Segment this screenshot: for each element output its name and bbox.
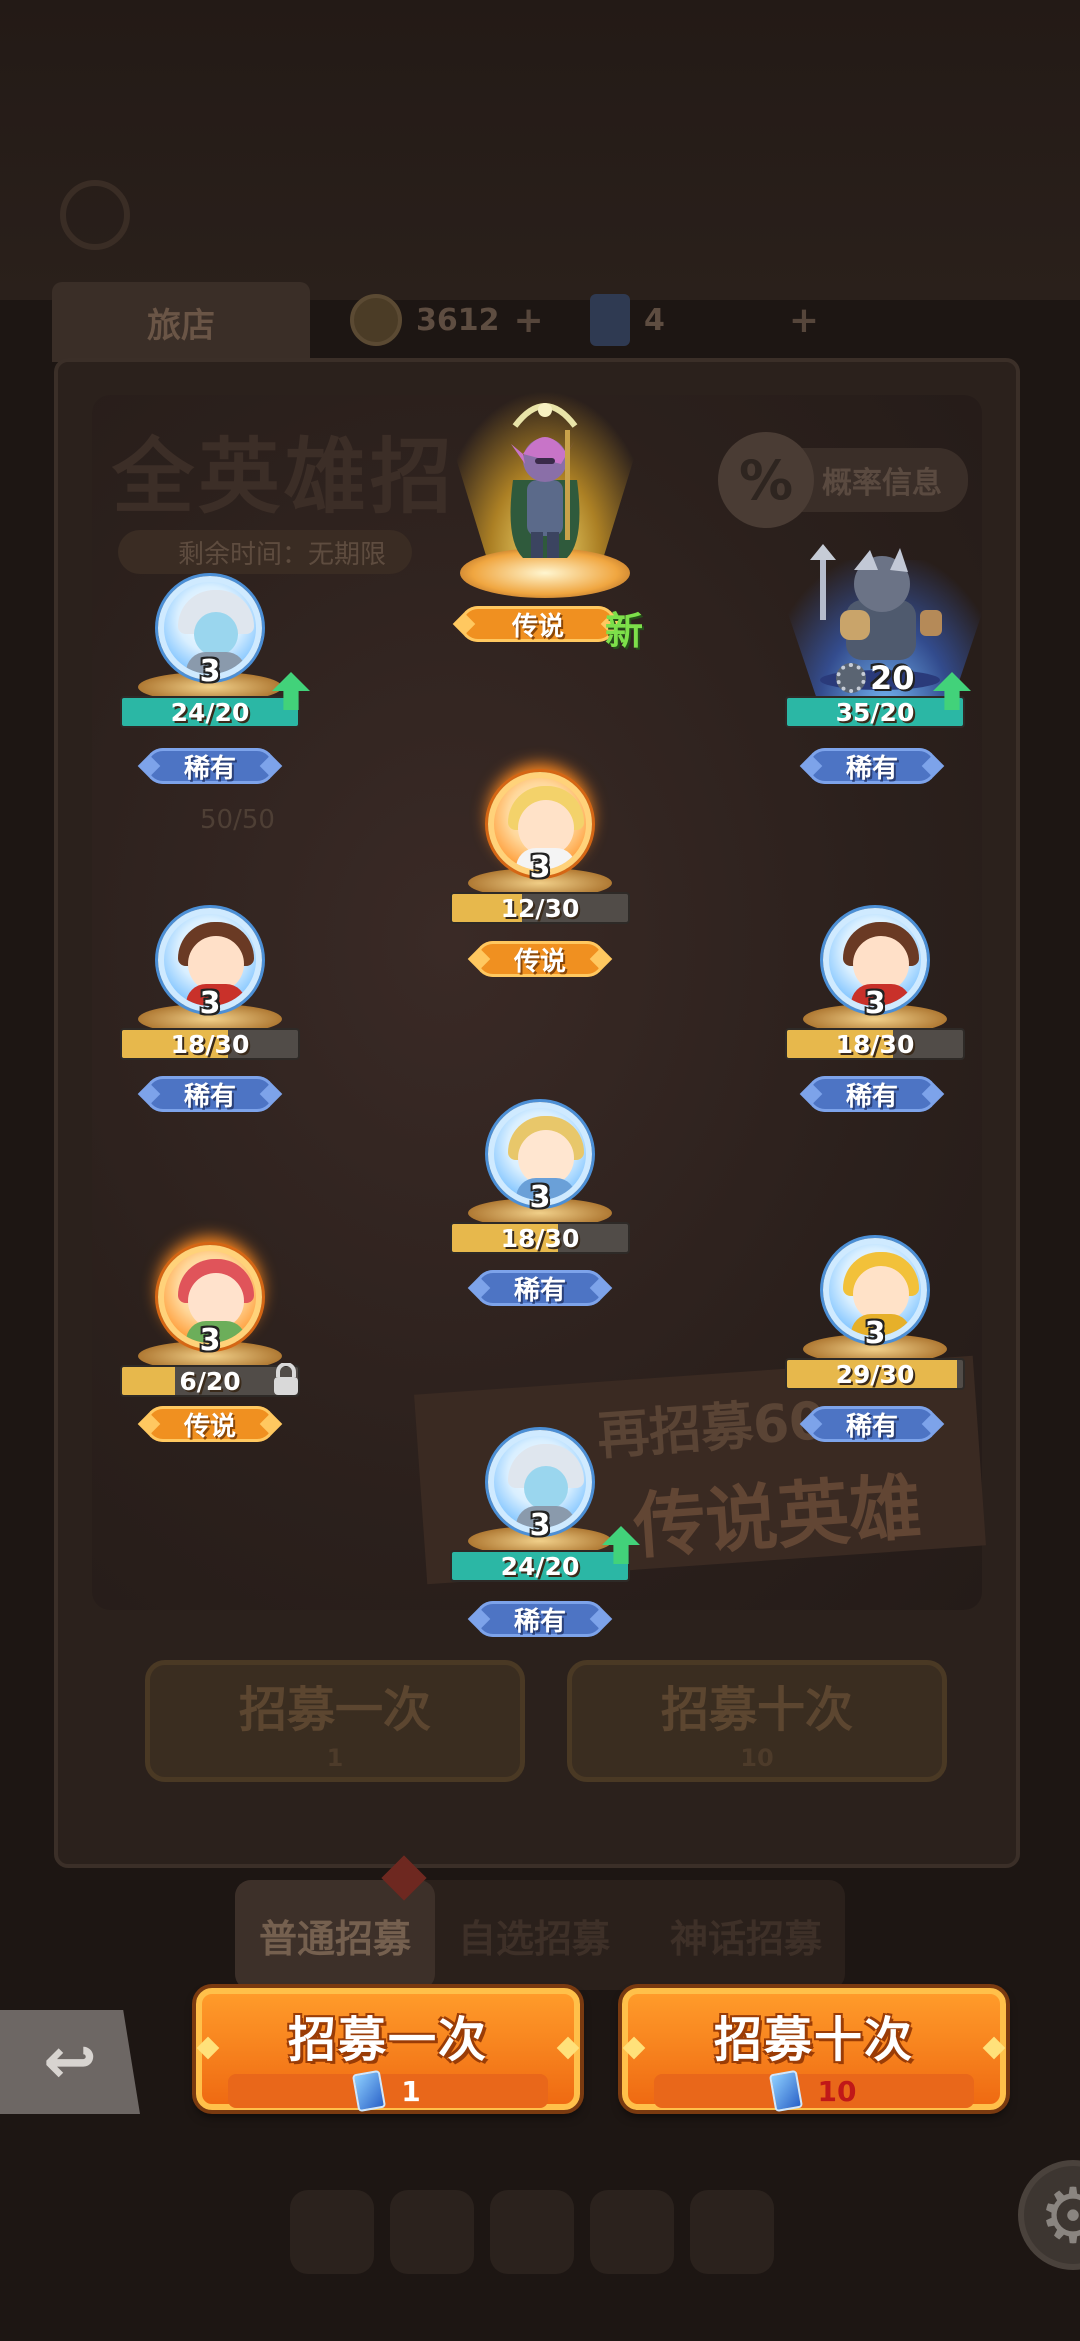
button-ornament xyxy=(982,2036,1006,2060)
fragment-bar: 24/20 xyxy=(120,696,300,728)
rarity-badge: 稀有 xyxy=(467,1270,613,1306)
fragment-count: 35/20 xyxy=(835,697,915,727)
featured-rarity-label: 传说 xyxy=(511,611,564,642)
nav-icon xyxy=(290,2190,374,2274)
hero-level: 3 xyxy=(529,1180,551,1215)
bg-recruit-ten-cost: 10 xyxy=(740,1744,774,1772)
featured-rarity-badge: 传说 xyxy=(452,606,624,642)
rarity-label: 稀有 xyxy=(183,753,236,784)
bottom-nav xyxy=(40,2150,1040,2300)
fragment-count: 24/20 xyxy=(500,1551,580,1581)
button-ornament xyxy=(556,2036,580,2060)
add-ticket-icon: + xyxy=(788,299,820,341)
ticket-icon xyxy=(768,2069,803,2113)
fragment-bar: 35/20 xyxy=(785,696,965,728)
banner-title: 全英雄招 xyxy=(112,430,457,525)
fragment-bar: 12/30 xyxy=(450,892,630,924)
ticket-icon xyxy=(590,294,630,346)
ticket-icon xyxy=(352,2069,387,2113)
nav-icon xyxy=(390,2190,474,2274)
rarity-label: 稀有 xyxy=(845,753,898,784)
recruit-ten-cost-value: 10 xyxy=(817,2074,857,2108)
bg-recruit-once-label: 招募一次 xyxy=(238,1682,431,1738)
hero-face xyxy=(524,1466,568,1510)
gold-counter: 3612 + xyxy=(350,292,544,348)
lock-icon xyxy=(274,1363,298,1395)
rarity-badge: 传说 xyxy=(467,941,613,977)
button-ornament xyxy=(196,2036,220,2060)
nav-icon xyxy=(690,2190,774,2274)
gold-coin-icon xyxy=(350,294,402,346)
rarity-label: 稀有 xyxy=(513,1606,566,1637)
nav-icon xyxy=(590,2190,674,2274)
rarity-badge: 稀有 xyxy=(137,1076,283,1112)
nav-icon xyxy=(490,2190,574,2274)
hero-face xyxy=(194,612,238,656)
new-badge: 新 xyxy=(605,609,644,653)
hero-level: 3 xyxy=(864,1316,886,1351)
recruit-once-cost-value: 1 xyxy=(401,2074,421,2108)
rarity-badge: 稀有 xyxy=(799,1076,945,1112)
hero-card[interactable]: 35/20 xyxy=(785,576,971,736)
fragment-bar: 24/20 xyxy=(450,1550,630,1582)
fragment-count: 18/30 xyxy=(835,1029,915,1059)
rarity-label: 稀有 xyxy=(845,1411,898,1442)
rarity-label: 稀有 xyxy=(513,1275,566,1306)
fragment-count: 29/30 xyxy=(835,1359,915,1389)
recruit-once-label: 招募一次 xyxy=(287,2012,488,2068)
hero-card[interactable]: 3 24/20 xyxy=(120,576,310,776)
fragment-bar: 18/30 xyxy=(450,1222,630,1254)
hero-level: 3 xyxy=(529,1508,551,1543)
recruit-ten-label: 招募十次 xyxy=(713,2012,914,2068)
bg-recruit-ten-label: 招募十次 xyxy=(660,1682,853,1738)
ticket-counter: 4 + xyxy=(590,292,819,348)
hero-level: 3 xyxy=(199,986,221,1021)
hero-level: 3 xyxy=(199,1323,221,1358)
fragment-bar: 18/30 xyxy=(785,1028,965,1060)
bg-recruit-ten: 招募十次 10 xyxy=(567,1660,947,1782)
hero-level: 3 xyxy=(199,654,221,689)
fragment-count: 18/30 xyxy=(170,1029,250,1059)
fragment-count: 24/20 xyxy=(170,697,250,727)
fragment-bar: 18/30 xyxy=(120,1028,300,1060)
rarity-badge: 稀有 xyxy=(799,748,945,784)
rarity-label: 稀有 xyxy=(845,1081,898,1112)
rarity-label: 传说 xyxy=(183,1411,236,1442)
recruit-once-cost: 1 xyxy=(228,2069,548,2113)
promo-line-2: 传说英雄 xyxy=(630,1464,925,1569)
bg-recruit-once-cost: 1 xyxy=(326,1744,344,1772)
recruit-ten-cost: 10 xyxy=(654,2069,974,2113)
tab-choice-recruit: 自选招募 xyxy=(458,1916,611,1961)
featured-hero[interactable] xyxy=(505,420,585,560)
button-ornament xyxy=(622,2036,646,2060)
ticket-value: 4 xyxy=(644,302,665,338)
fragment-count: 12/30 xyxy=(500,893,580,923)
fragment-bar: 29/30 xyxy=(785,1358,965,1390)
rarity-badge: 传说 xyxy=(137,1406,283,1442)
rarity-label: 稀有 xyxy=(183,1081,236,1112)
gold-value: 3612 xyxy=(416,302,500,338)
banner-timer: 剩余时间：无期限 xyxy=(118,530,413,574)
hero-level: 3 xyxy=(864,986,886,1021)
rarity-badge: 稀有 xyxy=(467,1601,613,1637)
shop-tab: 旅店 xyxy=(52,282,310,362)
rarity-badge: 稀有 xyxy=(799,1406,945,1442)
recruit-ten-button[interactable]: 招募十次 10 xyxy=(622,1988,1006,2113)
recruit-once-button[interactable]: 招募一次 1 xyxy=(196,1988,580,2113)
back-button[interactable]: ↩ xyxy=(0,2010,140,2114)
rarity-label: 传说 xyxy=(513,946,566,977)
rarity-badge: 稀有 xyxy=(137,748,283,784)
tab-event-recruit: 神话招募 xyxy=(670,1916,823,1961)
back-arrow-icon: ↩ xyxy=(43,2025,97,2099)
add-gold-icon: + xyxy=(513,299,544,341)
percent-icon: % xyxy=(718,432,814,528)
player-avatar xyxy=(60,180,130,250)
dimmed-header xyxy=(0,0,1080,300)
hero-count: 50/50 xyxy=(200,805,275,835)
bg-recruit-once: 招募一次 1 xyxy=(145,1660,525,1782)
fragment-count: 18/30 xyxy=(500,1223,580,1253)
hero-level: 3 xyxy=(529,850,551,885)
